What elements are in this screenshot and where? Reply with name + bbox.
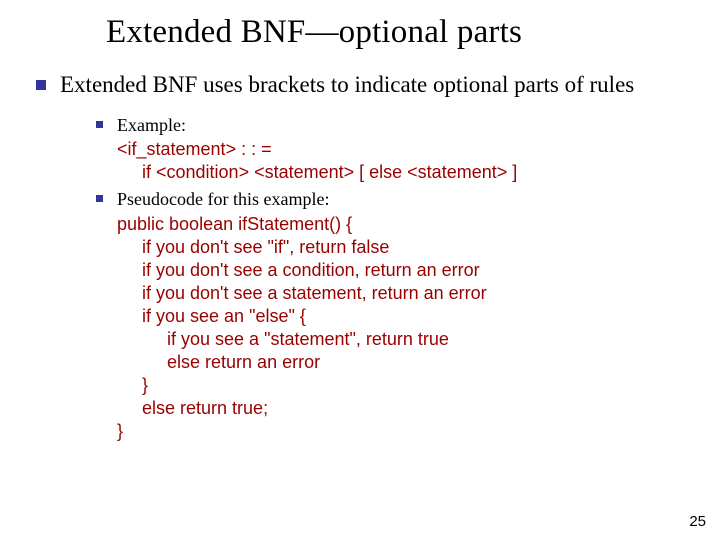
bullet-level1: Extended BNF uses brackets to indicate o… [36, 71, 684, 100]
square-bullet-icon [96, 195, 103, 202]
slide-title: Extended BNF—optional parts [106, 14, 684, 51]
bullet-level1-text: Extended BNF uses brackets to indicate o… [60, 71, 634, 100]
bullet-level2: Pseudocode for this example: [96, 188, 684, 211]
example-code: <if_statement> : : = if <condition> <sta… [117, 138, 684, 184]
bullet-level2: Example: [96, 114, 684, 137]
pseudocode-label: Pseudocode for this example: [117, 188, 329, 211]
sublist: Example: <if_statement> : : = if <condit… [96, 114, 684, 443]
square-bullet-icon [36, 80, 46, 90]
example-label: Example: [117, 114, 186, 137]
pseudocode-block: public boolean ifStatement() { if you do… [117, 213, 684, 443]
slide: Extended BNF—optional parts Extended BNF… [0, 0, 720, 540]
square-bullet-icon [96, 121, 103, 128]
page-number: 25 [689, 513, 706, 530]
